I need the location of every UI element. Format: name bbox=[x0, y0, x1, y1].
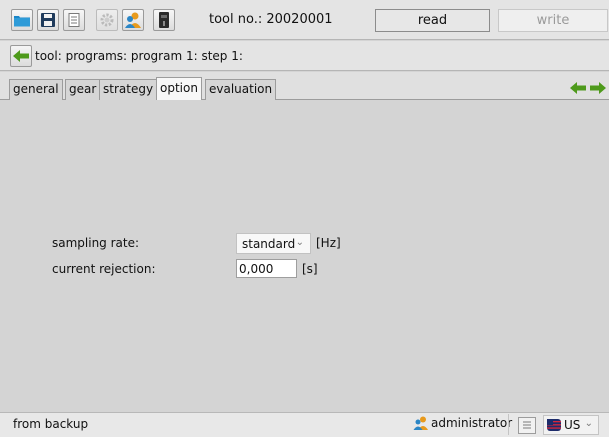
tab-option[interactable]: option bbox=[156, 77, 202, 101]
tab-strategy[interactable]: strategy bbox=[99, 79, 158, 100]
back-arrow-icon[interactable] bbox=[10, 45, 32, 67]
tool-number: tool no.: 20020001 bbox=[209, 12, 333, 27]
language-value: US bbox=[564, 418, 581, 432]
status-separator bbox=[508, 414, 509, 435]
user-name: administrator bbox=[431, 416, 513, 430]
current-rejection-input[interactable]: 0,000 bbox=[236, 259, 297, 278]
breadcrumb: tool: programs: program 1: step 1: bbox=[35, 49, 243, 63]
option-panel bbox=[0, 100, 609, 412]
write-button[interactable]: write bbox=[498, 9, 608, 32]
sampling-rate-unit: [Hz] bbox=[316, 236, 341, 250]
gear-icon[interactable] bbox=[96, 9, 118, 31]
sampling-rate-label: sampling rate: bbox=[52, 236, 140, 250]
chevron-down-icon: ⌄ bbox=[584, 418, 593, 429]
users-icon[interactable] bbox=[122, 9, 144, 31]
language-select[interactable]: US ⌄ bbox=[543, 415, 599, 435]
tab-gear[interactable]: gear bbox=[65, 79, 101, 100]
status-source: from backup bbox=[13, 417, 89, 431]
user-icon bbox=[413, 416, 428, 430]
next-arrow-icon[interactable] bbox=[589, 79, 607, 97]
sampling-rate-select[interactable]: standard ⌄ bbox=[236, 233, 311, 254]
tab-evaluation[interactable]: evaluation bbox=[205, 79, 277, 100]
current-user[interactable]: administrator bbox=[413, 416, 512, 430]
tab-general[interactable]: general bbox=[9, 79, 63, 100]
current-rejection-unit: [s] bbox=[302, 262, 318, 276]
print-icon[interactable] bbox=[63, 9, 85, 31]
notes-icon[interactable] bbox=[518, 417, 536, 434]
read-button[interactable]: read bbox=[375, 9, 490, 32]
previous-arrow-icon[interactable] bbox=[569, 79, 587, 97]
save-icon[interactable] bbox=[37, 9, 59, 31]
us-flag-icon bbox=[547, 419, 561, 431]
open-folder-icon[interactable] bbox=[11, 9, 33, 31]
sampling-rate-value: standard bbox=[242, 237, 296, 251]
chevron-down-icon: ⌄ bbox=[295, 237, 304, 248]
device-icon[interactable] bbox=[153, 9, 175, 31]
current-rejection-label: current rejection: bbox=[52, 262, 156, 276]
